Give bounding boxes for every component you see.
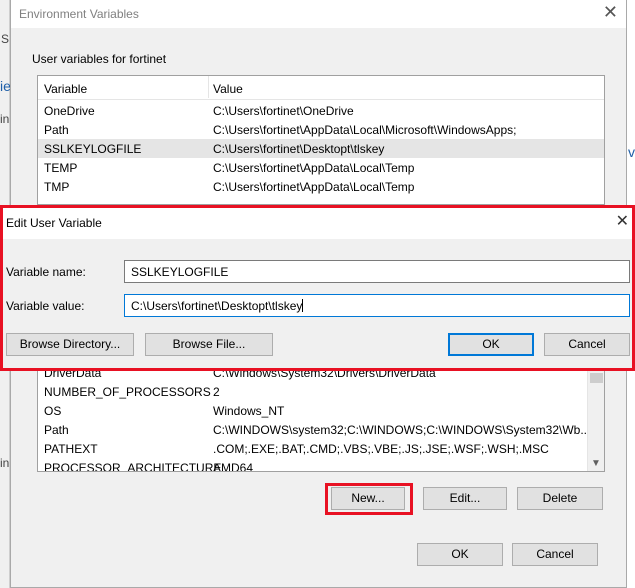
scroll-down-arrow-icon[interactable]: ▼ <box>591 458 601 469</box>
variable-value: C:\WINDOWS\system32;C:\WINDOWS;C:\WINDOW… <box>213 423 591 437</box>
close-icon[interactable]: ✕ <box>616 214 629 230</box>
delete-button[interactable]: Delete <box>517 487 603 510</box>
user-variables-group-label: User variables for fortinet <box>32 52 167 66</box>
background-text-fragment: in <box>0 112 10 126</box>
variable-value: C:\Users\fortinet\Desktopt\tlskey <box>213 142 385 156</box>
scrollbar-thumb[interactable] <box>590 373 603 383</box>
edit-user-variable-dialog: Edit User Variable ✕ Variable name: SSLK… <box>0 205 635 369</box>
variable-value-label: Variable value: <box>6 299 85 313</box>
list-item[interactable]: TEMP C:\Users\fortinet\AppData\Local\Tem… <box>38 158 604 177</box>
variable-name: NUMBER_OF_PROCESSORS <box>44 385 211 399</box>
variable-name: PATHEXT <box>44 442 98 456</box>
list-item[interactable]: TMP C:\Users\fortinet\AppData\Local\Temp <box>38 177 604 196</box>
dialog-title: Edit User Variable <box>6 216 102 230</box>
close-icon[interactable]: ✕ <box>603 3 618 21</box>
list-item[interactable]: OneDrive C:\Users\fortinet\OneDrive <box>38 101 604 120</box>
variable-value: C:\Users\fortinet\AppData\Local\Microsof… <box>213 123 517 137</box>
variable-value-text: C:\Users\fortinet\Desktopt\tlskey <box>131 299 303 313</box>
variable-name: OS <box>44 404 62 418</box>
edit-button[interactable]: Edit... <box>423 487 507 510</box>
cancel-button[interactable]: Cancel <box>544 333 630 356</box>
title-bar: Environment Variables ✕ <box>11 0 626 28</box>
variable-value: AMD64 <box>213 461 254 472</box>
list-item[interactable]: Path C:\WINDOWS\system32;C:\WINDOWS;C:\W… <box>38 420 604 439</box>
list-item[interactable]: PATHEXT .COM;.EXE;.BAT;.CMD;.VBS;.VBE;.J… <box>38 439 604 458</box>
variable-value: .COM;.EXE;.BAT;.CMD;.VBS;.VBE;.JS;.JSE;.… <box>213 442 549 456</box>
browse-file-button[interactable]: Browse File... <box>145 333 273 356</box>
browse-directory-button[interactable]: Browse Directory... <box>6 333 134 356</box>
background-text-fragment: in <box>0 456 10 470</box>
variable-value: 2 <box>213 385 220 399</box>
vertical-scrollbar[interactable]: ▼ <box>587 367 604 471</box>
system-variables-list[interactable]: DriverData C:\Windows\System32\Drivers\D… <box>37 366 605 472</box>
variable-name: TMP <box>44 180 70 194</box>
list-item[interactable]: PROCESSOR_ARCHITECTURE AMD64 <box>38 458 604 472</box>
list-header: Variable Value <box>38 76 604 100</box>
variable-value: Windows_NT <box>213 404 285 418</box>
cancel-button[interactable]: Cancel <box>512 543 598 566</box>
variable-value-field[interactable]: C:\Users\fortinet\Desktopt\tlskey <box>124 294 630 317</box>
variable-name: SSLKEYLOGFILE <box>44 142 142 156</box>
variable-name: Path <box>44 123 69 137</box>
variable-name-label: Variable name: <box>6 265 86 279</box>
variable-value: C:\Users\fortinet\AppData\Local\Temp <box>213 161 415 175</box>
ok-button[interactable]: OK <box>448 333 534 356</box>
title-bar: Edit User Variable ✕ <box>0 205 635 239</box>
variable-name-text: SSLKEYLOGFILE <box>131 265 229 279</box>
list-item[interactable]: Path C:\Users\fortinet\AppData\Local\Mic… <box>38 120 604 139</box>
variable-name: TEMP <box>44 161 78 175</box>
background-text-fragment: v <box>628 144 635 160</box>
text-caret <box>302 299 304 312</box>
variable-name: OneDrive <box>44 104 95 118</box>
column-separator[interactable] <box>208 76 209 98</box>
list-item-selected[interactable]: SSLKEYLOGFILE C:\Users\fortinet\Desktopt… <box>38 139 604 158</box>
variable-value: C:\Users\fortinet\OneDrive <box>213 104 354 118</box>
column-header-value[interactable]: Value <box>213 82 243 96</box>
list-item[interactable]: NUMBER_OF_PROCESSORS 2 <box>38 382 604 401</box>
column-header-variable[interactable]: Variable <box>44 82 87 96</box>
variable-value: C:\Users\fortinet\AppData\Local\Temp <box>213 180 415 194</box>
new-button[interactable]: New... <box>331 487 405 510</box>
ok-button[interactable]: OK <box>417 543 503 566</box>
background-text-fragment: S <box>1 32 10 46</box>
variable-name: Path <box>44 423 69 437</box>
list-item[interactable]: OS Windows_NT <box>38 401 604 420</box>
variable-name: PROCESSOR_ARCHITECTURE <box>44 461 222 472</box>
variable-name-field[interactable]: SSLKEYLOGFILE <box>124 260 630 283</box>
user-variables-list[interactable]: Variable Value OneDrive C:\Users\fortine… <box>37 75 605 205</box>
dialog-title: Environment Variables <box>19 7 139 21</box>
